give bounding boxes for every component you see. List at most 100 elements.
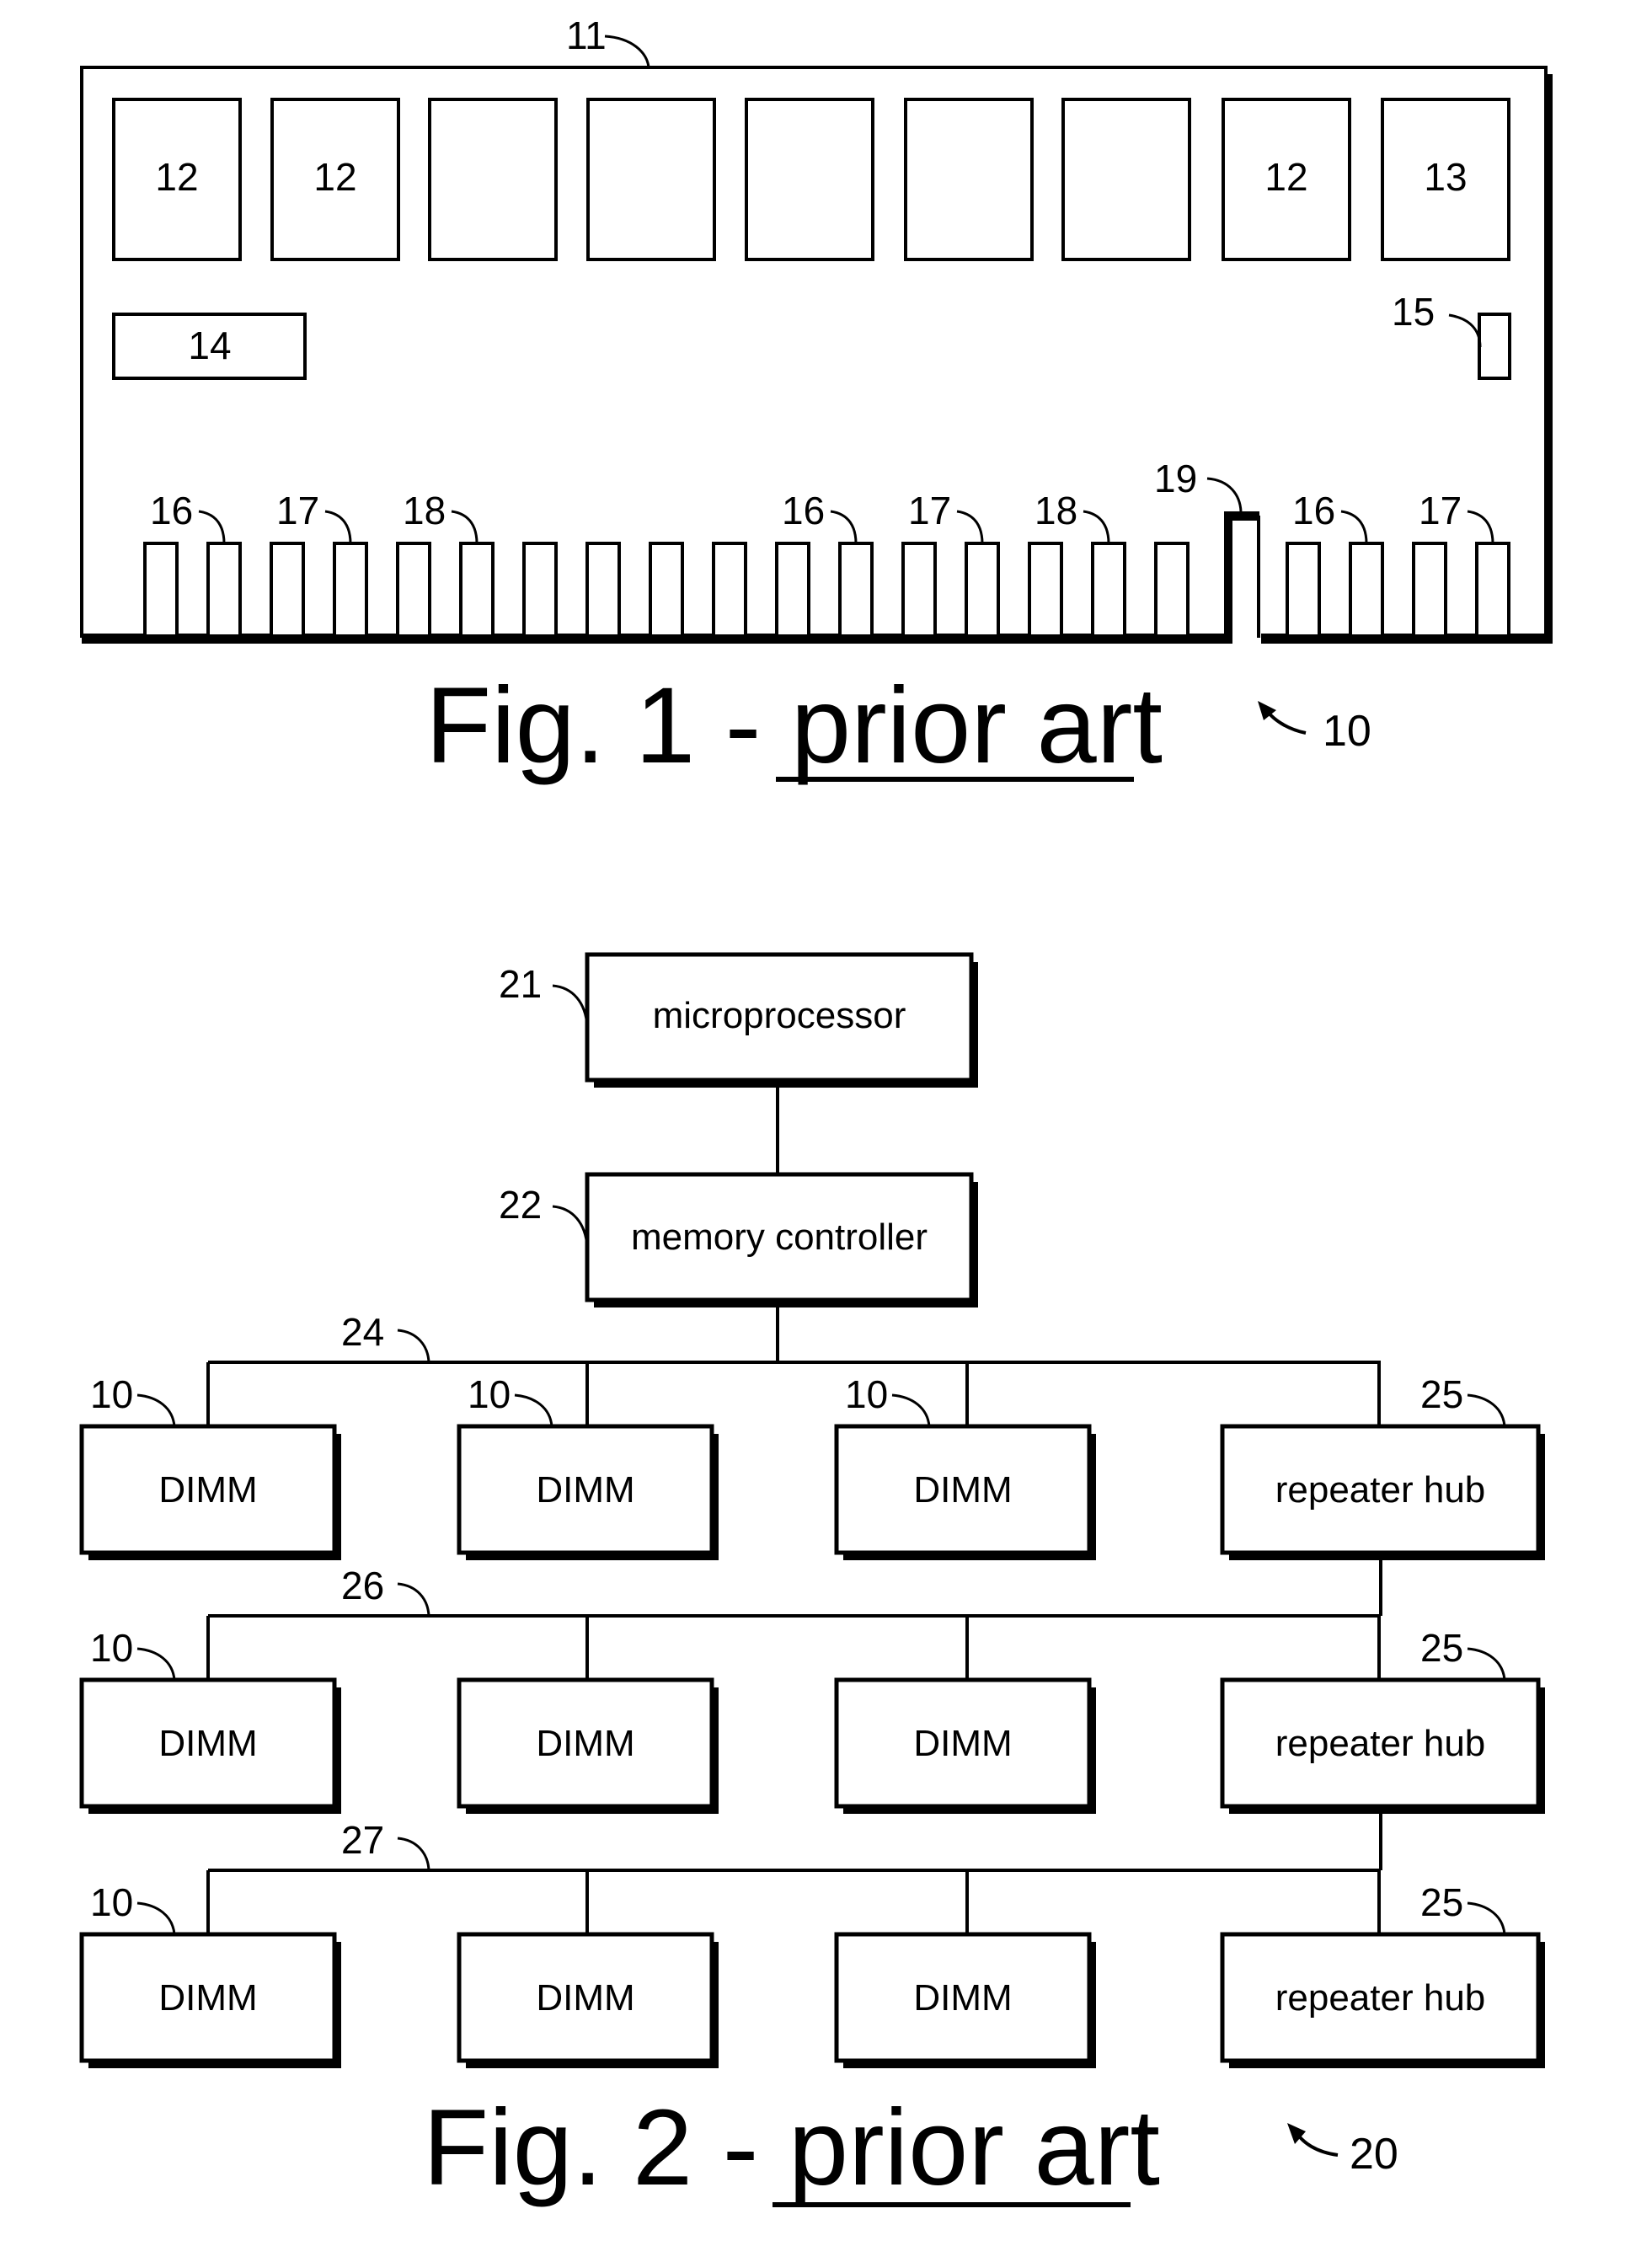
memory-chip <box>1061 98 1191 261</box>
contact-pin <box>585 542 621 638</box>
dimm-block: DIMM 10 <box>79 1616 341 1814</box>
repeater-hub-block: repeater hub 25 <box>1220 1870 1545 2068</box>
memory-controller-leader-line <box>552 1205 589 1248</box>
microprocessor-block: microprocessor 21 <box>499 952 978 1088</box>
bus-ref-label: 26 <box>341 1564 384 1607</box>
notch-leader-line <box>1206 477 1243 512</box>
pin-ref-label: 16 <box>782 489 825 532</box>
contact-pin <box>838 542 874 638</box>
contact-pin <box>1349 542 1384 638</box>
contact-pin <box>1028 542 1063 638</box>
dimm-block: DIMM <box>457 1616 719 1814</box>
contact-pin <box>1154 542 1190 638</box>
module-ref-label: 10 <box>468 1372 511 1416</box>
fig2-system-ref: 20 <box>1287 2123 1398 2179</box>
fig2-caption-emphasis: prior art <box>789 2088 1160 2208</box>
module-label: DIMM <box>536 1723 634 1764</box>
memory-chip-label: 13 <box>1424 155 1467 199</box>
module-ref-label: 10 <box>845 1372 888 1416</box>
contact-pin <box>1475 542 1510 638</box>
contact-pin <box>206 542 242 638</box>
contact-pin <box>965 542 1000 638</box>
module-label: DIMM <box>913 1723 1012 1764</box>
component-15-ref-label: 15 <box>1392 290 1435 334</box>
pin-ref-label: 17 <box>276 489 319 532</box>
dimm-block: DIMM 10 <box>79 1362 341 1560</box>
pin-ref: 16 <box>1292 489 1368 544</box>
fig2-caption: Fig. 2 - prior art <box>423 2088 1160 2208</box>
module-leader-line <box>136 1647 176 1681</box>
module-ref-label: 10 <box>90 1880 133 1924</box>
fig1-dimm-module: 11 12 12 12 13 14 15 16 17 18 16 17 18 16 17 19 Fi… <box>80 13 1553 786</box>
module-leader-line <box>136 1901 176 1935</box>
memory-bus-row: 27 DIMM 10 DIMM DIMM repeater hub 25 <box>79 1813 1545 2068</box>
pin-ref: 17 <box>276 489 352 544</box>
microprocessor-label: microprocessor <box>653 995 906 1036</box>
repeater-hub-block: repeater hub 25 <box>1220 1362 1545 1560</box>
pin-leader-line <box>198 510 226 544</box>
pin-ref: 18 <box>403 489 478 544</box>
contact-pin <box>649 542 684 638</box>
module-leader-line <box>1467 1393 1506 1427</box>
dimm-block: DIMM 10 <box>79 1870 341 2068</box>
fig2-caption-prefix: Fig. 2 - <box>423 2088 789 2208</box>
pin-ref: 18 <box>1035 489 1110 544</box>
memory-chip: 13 <box>1381 98 1510 261</box>
patent-drawing-sheet: 11 12 12 12 13 14 15 16 17 18 16 17 18 16 17 19 Fi… <box>79 13 1553 2208</box>
module-label: DIMM <box>536 1469 634 1511</box>
contact-pin <box>712 542 747 638</box>
module-leader-line <box>136 1393 176 1427</box>
edge-connector-pins <box>143 542 1510 638</box>
module-label: DIMM <box>913 1469 1012 1511</box>
contact-pin <box>459 542 495 638</box>
pin-ref: 17 <box>1419 489 1494 544</box>
memory-chip: 12 <box>270 98 400 261</box>
module-label: DIMM <box>158 1469 257 1511</box>
memory-bus-row: 24 DIMM 10 DIMM 10 DIMM 10 repeater hub 25 <box>79 1310 1545 1560</box>
pin-ref-label: 18 <box>403 489 446 532</box>
contact-pin <box>1091 542 1126 638</box>
fig1-caption: Fig. 1 - prior art <box>425 666 1163 786</box>
pin-ref-label: 17 <box>1419 489 1462 532</box>
memory-bus-rows: 24 DIMM 10 DIMM 10 DIMM 10 repeater hub 25 26 DIMM… <box>79 1310 1545 2068</box>
board-leader-line <box>604 35 650 68</box>
microprocessor-ref-label: 21 <box>499 962 542 1006</box>
memory-controller-label: memory controller <box>631 1217 928 1258</box>
bus-ref-label: 27 <box>341 1818 384 1862</box>
component-14: 14 <box>112 313 307 380</box>
board-ref-label: 11 <box>566 13 607 57</box>
pin-leader-line <box>324 510 352 544</box>
pin-ref: 16 <box>782 489 858 544</box>
pin-leader-line <box>1340 510 1368 544</box>
bus-ref-label: 24 <box>341 1310 384 1354</box>
notch-ref-label: 19 <box>1154 457 1197 500</box>
memory-chip <box>904 98 1034 261</box>
pin-leader-line <box>956 510 984 544</box>
module-leader-line <box>514 1393 553 1427</box>
fig1-assembly-ref: 10 <box>1258 701 1371 756</box>
contact-pin <box>396 542 431 638</box>
pin-leader-line <box>1467 510 1494 544</box>
memory-chip-row: 12 12 12 13 <box>112 98 1510 261</box>
dimm-block: DIMM <box>834 1616 1096 1814</box>
fig2-system-ref-label: 20 <box>1350 2130 1398 2179</box>
pin-ref-label: 18 <box>1035 489 1077 532</box>
fig1-caption-emphasis: prior art <box>791 666 1163 786</box>
module-label: repeater hub <box>1275 1977 1486 2019</box>
module-leader-line <box>1467 1647 1506 1681</box>
module-ref-label: 25 <box>1420 1880 1463 1924</box>
fig1-caption-prefix: Fig. 1 - <box>425 666 791 786</box>
module-ref-label: 10 <box>90 1372 133 1416</box>
memory-bus-row: 26 DIMM 10 DIMM DIMM repeater hub 25 <box>79 1559 1545 1814</box>
pin-reference-labels: 16 17 18 16 17 18 16 17 <box>150 489 1494 544</box>
module-label: DIMM <box>158 1723 257 1764</box>
contact-pin <box>522 542 558 638</box>
pin-ref: 17 <box>908 489 984 544</box>
pin-leader-line <box>1083 510 1110 544</box>
pin-ref: 16 <box>150 489 226 544</box>
module-label: repeater hub <box>1275 1723 1486 1764</box>
module-ref-label: 10 <box>90 1626 133 1670</box>
component-15-leader-line <box>1448 313 1482 348</box>
module-label: DIMM <box>536 1977 634 2019</box>
module-ref-label: 25 <box>1420 1626 1463 1670</box>
